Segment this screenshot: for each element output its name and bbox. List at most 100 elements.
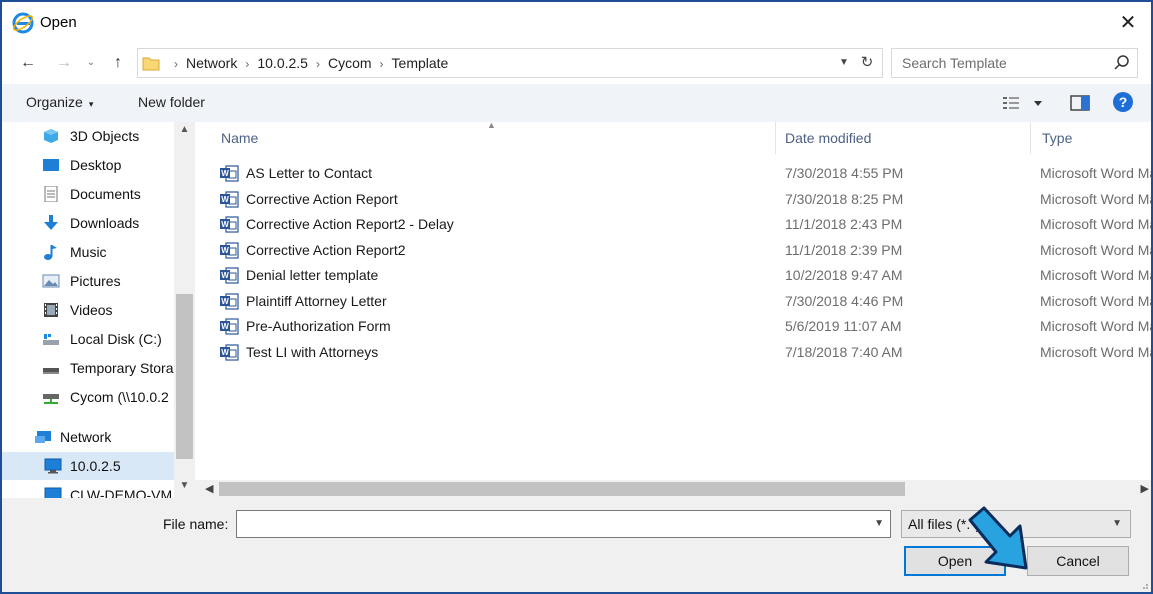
file-date-modified: 7/18/2018 7:40 AM — [785, 343, 903, 360]
file-date-modified: 10/2/2018 9:47 AM — [785, 267, 903, 283]
breadcrumb-template[interactable]: Template — [392, 55, 449, 71]
file-type: Microsoft Word Macro-Enabled Template — [1040, 241, 1151, 258]
column-header-date[interactable]: Date modified — [785, 122, 871, 154]
file-date-modified: 5/6/2019 11:07 AM — [785, 318, 902, 334]
column-header-type[interactable]: Type — [1042, 122, 1072, 154]
search-input[interactable] — [892, 49, 1102, 77]
file-row[interactable]: W Denial letter template 10/2/2018 9:47 AM… — [195, 263, 1151, 288]
file-name: Corrective Action Report2 - Delay — [246, 216, 454, 232]
breadcrumb-cycom[interactable]: Cycom — [328, 55, 372, 71]
file-row[interactable]: W Plaintiff Attorney Letter 7/30/2018 4:46… — [195, 289, 1151, 314]
sidebar-item-label: CLW-DEMO-VM — [70, 487, 173, 498]
file-date-modified: 7/30/2018 8:25 PM — [785, 190, 904, 207]
breadcrumb-separator[interactable]: › — [245, 57, 249, 71]
horizontal-scrollbar[interactable]: ◀ ▶ — [195, 480, 1151, 498]
chevron-down-icon[interactable]: ▼ — [1112, 511, 1122, 537]
file-name: Denial letter template — [246, 267, 379, 283]
svg-text:W: W — [221, 195, 229, 204]
sidebar-item-label: Local Disk (C:) — [70, 331, 162, 347]
change-view-icon[interactable] — [1002, 94, 1046, 112]
file-name-input[interactable] — [237, 511, 857, 537]
sidebar-item-clw-demo-vm[interactable]: CLW-DEMO-VM — [2, 481, 174, 498]
file-row[interactable]: W Corrective Action Report2 - Delay 11/1/2… — [195, 212, 1151, 237]
nav-pane-scrollbar[interactable]: ▲ ▼ — [174, 122, 195, 498]
svg-text:W: W — [221, 271, 229, 280]
column-divider[interactable] — [1030, 122, 1031, 154]
window-title: Open — [40, 14, 77, 31]
file-row[interactable]: W Corrective Action Report 7/30/2018 8:25 … — [195, 187, 1151, 212]
search-icon[interactable] — [1113, 54, 1131, 72]
open-file-dialog: Open ✕ ← → ⌄ ↑ › Network › 10.0.2.5 › Cycom › T… — [0, 0, 1153, 594]
sidebar-item-host-10-0-2-5[interactable]: 10.0.2.5 — [2, 452, 174, 480]
organize-button[interactable]: Organize ▾ — [26, 94, 93, 110]
refresh-icon[interactable]: ↻ — [858, 49, 876, 77]
back-arrow-icon[interactable]: ← — [16, 50, 40, 76]
local-disk-icon — [43, 334, 59, 345]
chevron-down-icon: ▾ — [88, 99, 94, 109]
scrollbar-thumb[interactable] — [176, 294, 193, 459]
scroll-right-icon[interactable]: ▶ — [1141, 480, 1149, 498]
address-bar[interactable]: › Network › 10.0.2.5 › Cycom › Template ▼ ↻ — [137, 48, 883, 78]
file-list: ▲ Name Date modified Type W AS Letter to … — [195, 122, 1151, 498]
sidebar-item-label: Pictures — [70, 273, 121, 289]
network-icon — [35, 431, 51, 443]
music-icon — [44, 245, 57, 260]
file-row[interactable]: W Test LI with Attorneys 7/18/2018 7:40 AM… — [195, 340, 1151, 365]
sidebar-item-local-disk[interactable]: Local Disk (C:) — [2, 325, 174, 353]
sidebar-item-videos[interactable]: Videos — [2, 296, 174, 324]
file-type: Microsoft Word Macro-Enabled Template — [1040, 165, 1151, 181]
sidebar-item-pictures[interactable]: Pictures — [2, 267, 174, 295]
scroll-left-icon[interactable]: ◀ — [205, 480, 213, 498]
column-header-name[interactable]: Name — [221, 122, 258, 154]
sidebar-item-music[interactable]: Music — [2, 238, 174, 266]
sidebar-item-documents[interactable]: Documents — [2, 180, 174, 208]
3d-objects-icon — [44, 129, 58, 143]
new-folder-button[interactable]: New folder — [138, 94, 205, 110]
close-button[interactable]: ✕ — [1113, 8, 1143, 38]
file-row[interactable]: W AS Letter to Contact 7/30/2018 4:55 PM Mi… — [195, 161, 1151, 186]
help-icon[interactable]: ? — [1113, 92, 1133, 112]
chevron-down-icon[interactable]: ▼ — [874, 511, 884, 537]
file-name-combobox[interactable]: ▼ — [236, 510, 891, 538]
recent-locations-chevron-icon[interactable]: ⌄ — [84, 50, 98, 76]
sidebar-item-3d-objects[interactable]: 3D Objects — [2, 122, 174, 150]
breadcrumb-network[interactable]: Network — [186, 55, 237, 71]
title-bar: Open ✕ — [2, 2, 1151, 42]
sidebar-item-network[interactable]: Network — [2, 423, 174, 451]
forward-arrow-icon[interactable]: → — [52, 50, 76, 76]
preview-pane-icon[interactable] — [1070, 94, 1090, 112]
sidebar-item-desktop[interactable]: Desktop — [2, 151, 174, 179]
column-divider[interactable] — [775, 122, 776, 154]
file-type: Microsoft Word Macro-Enabled Template — [1040, 343, 1151, 360]
up-arrow-icon[interactable]: ↑ — [106, 50, 130, 76]
word-template-icon: W — [220, 267, 239, 284]
drive-icon — [43, 368, 59, 374]
scroll-up-icon[interactable]: ▲ — [174, 124, 195, 140]
sidebar-item-label: Desktop — [70, 157, 122, 173]
computer-icon — [44, 458, 62, 474]
sidebar-item-temporary-storage[interactable]: Temporary Stora — [2, 354, 174, 382]
sidebar-item-downloads[interactable]: Downloads — [2, 209, 174, 237]
file-type: Microsoft Word Macro-Enabled Template — [1040, 216, 1151, 232]
file-date-modified: 11/1/2018 2:39 PM — [785, 241, 903, 258]
file-row[interactable]: W Pre-Authorization Form 5/6/2019 11:07 AM… — [195, 314, 1151, 339]
search-box[interactable] — [891, 48, 1138, 78]
file-name: Plaintiff Attorney Letter — [246, 292, 387, 309]
sidebar-item-cycom-share[interactable]: Cycom (\\10.0.2 — [2, 383, 174, 411]
computer-icon — [44, 487, 62, 498]
sidebar-item-label: Temporary Stora — [70, 360, 174, 376]
address-dropdown-icon[interactable]: ▼ — [836, 49, 852, 77]
resize-grip-icon[interactable] — [1139, 580, 1149, 590]
breadcrumb-separator[interactable]: › — [380, 57, 384, 71]
scrollbar-thumb[interactable] — [219, 482, 905, 496]
breadcrumb-separator[interactable]: › — [316, 57, 320, 71]
svg-text:W: W — [221, 348, 229, 357]
svg-text:W: W — [221, 246, 229, 255]
scroll-down-icon[interactable]: ▼ — [174, 480, 195, 496]
breadcrumb-host[interactable]: 10.0.2.5 — [257, 55, 308, 71]
file-date-modified: 11/1/2018 2:43 PM — [785, 216, 903, 232]
sidebar-item-label: Videos — [70, 302, 113, 318]
breadcrumb-separator: › — [174, 57, 178, 71]
sidebar-item-label: 3D Objects — [70, 128, 140, 144]
file-row[interactable]: W Corrective Action Report2 11/1/2018 2:39… — [195, 238, 1151, 263]
